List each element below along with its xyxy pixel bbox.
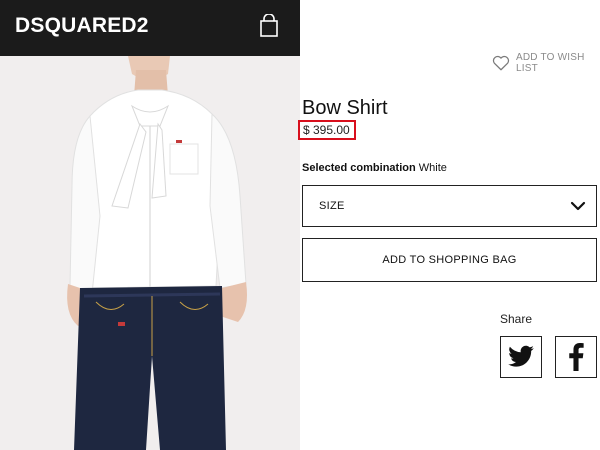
- heart-outline-icon: [492, 55, 510, 71]
- add-to-shopping-bag-button[interactable]: ADD TO SHOPPING BAG: [302, 238, 597, 282]
- size-select-label: SIZE: [319, 200, 345, 212]
- shopping-bag-button[interactable]: [258, 13, 280, 38]
- chevron-down-icon: [570, 201, 586, 211]
- share-label: Share: [500, 312, 533, 326]
- header-bar: DSQUARED2: [0, 0, 300, 56]
- combination-value: White: [418, 162, 447, 174]
- brand-logo[interactable]: DSQUARED2: [15, 14, 149, 38]
- facebook-share-button[interactable]: [555, 336, 597, 378]
- product-price: $ 395.00: [303, 123, 350, 137]
- shopping-bag-icon: [260, 13, 278, 37]
- twitter-icon: [508, 345, 534, 367]
- product-title: Bow Shirt: [302, 97, 388, 119]
- facebook-icon: [569, 343, 584, 371]
- size-select[interactable]: SIZE: [302, 185, 597, 227]
- product-image: [0, 56, 300, 450]
- selected-combination: Selected combination White: [302, 162, 447, 175]
- add-to-wishlist-button[interactable]: ADD TO WISH LIST: [492, 52, 600, 74]
- product-page: DSQUARED2 ADD TO WISH LIST Bow Shirt $ 3…: [0, 0, 600, 450]
- wishlist-label: ADD TO WISH LIST: [515, 52, 585, 74]
- combination-label: Selected combination: [302, 162, 416, 174]
- twitter-share-button[interactable]: [500, 336, 542, 378]
